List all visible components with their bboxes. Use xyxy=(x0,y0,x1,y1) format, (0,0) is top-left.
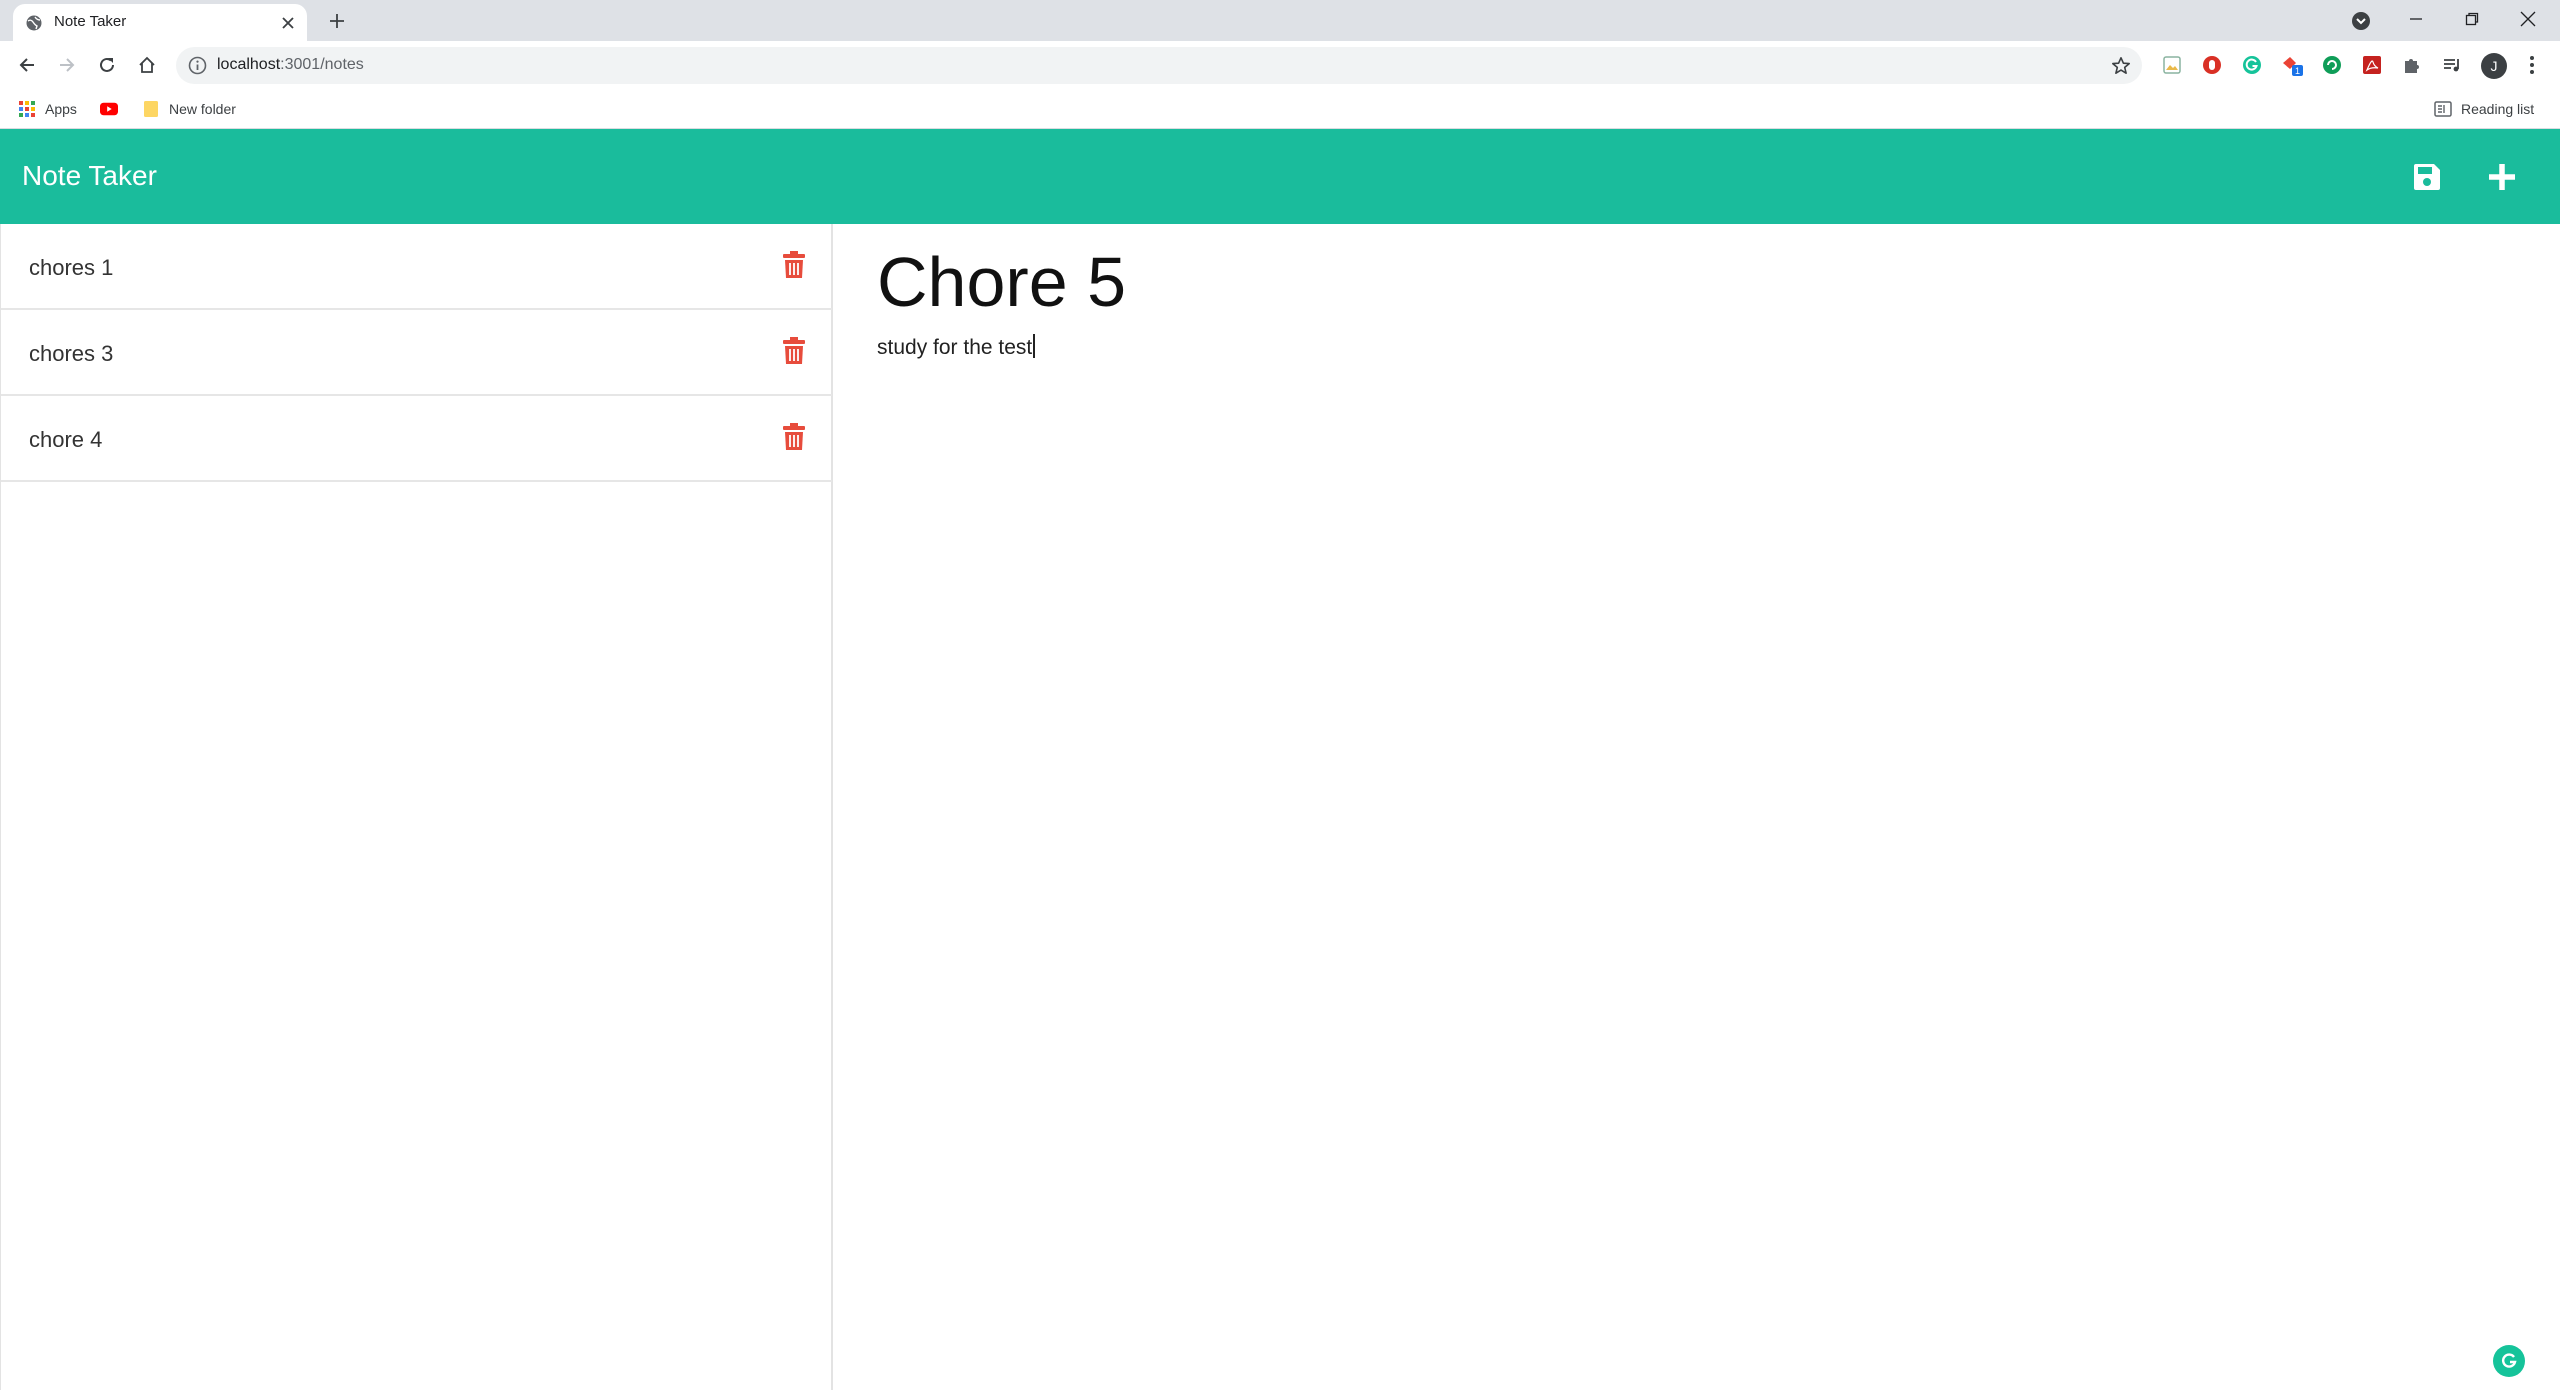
bookmark-new-folder-label: New folder xyxy=(169,101,236,117)
address-bar[interactable]: localhost:3001/notes xyxy=(176,47,2142,84)
note-text: study for the test xyxy=(877,336,1033,359)
extension-green-icon[interactable] xyxy=(2320,53,2344,77)
restore-icon[interactable] xyxy=(2444,0,2500,38)
tab-strip: Note Taker xyxy=(0,0,2560,41)
note-textarea[interactable]: study for the test xyxy=(877,334,1036,360)
trash-icon[interactable] xyxy=(779,334,809,368)
trash-icon[interactable] xyxy=(779,420,809,454)
back-icon[interactable] xyxy=(13,51,41,79)
url-text: localhost:3001/notes xyxy=(217,56,364,74)
puzzle-icon[interactable] xyxy=(2400,53,2424,77)
bookmarks-bar: Apps New folder Reading list xyxy=(0,89,2560,129)
globe-icon xyxy=(25,14,43,32)
text-caret xyxy=(1033,334,1036,358)
grammarly-icon[interactable] xyxy=(2493,1345,2525,1377)
grammarly-icon[interactable] xyxy=(2240,53,2264,77)
extension-red-icon[interactable] xyxy=(2200,53,2224,77)
kebab-menu-icon[interactable] xyxy=(2520,53,2544,77)
note-list-item[interactable]: chores 3 xyxy=(1,310,832,396)
reading-list-button[interactable]: Reading list xyxy=(2434,95,2534,123)
profile-avatar[interactable]: J xyxy=(2481,53,2507,79)
new-note-button[interactable] xyxy=(2481,156,2523,198)
tab-search-icon[interactable] xyxy=(2349,9,2373,33)
forward-icon[interactable] xyxy=(53,51,81,79)
youtube-icon xyxy=(100,100,118,118)
extension-badge-count: 1 xyxy=(2295,66,2300,76)
note-list-item-title[interactable]: chores 3 xyxy=(29,341,113,367)
folder-icon xyxy=(142,100,160,118)
extension-image-icon[interactable] xyxy=(2160,53,2184,77)
browser-tab[interactable]: Note Taker xyxy=(13,4,307,41)
window-close-icon[interactable] xyxy=(2500,0,2556,38)
bookmark-new-folder[interactable]: New folder xyxy=(142,95,236,123)
note-list-item-title[interactable]: chores 1 xyxy=(29,255,113,281)
url-path: :3001/notes xyxy=(280,56,364,73)
app-title[interactable]: Note Taker xyxy=(22,160,157,192)
home-icon[interactable] xyxy=(133,51,161,79)
info-icon[interactable] xyxy=(188,56,207,75)
plus-icon xyxy=(2489,164,2515,190)
note-list-item-title[interactable]: chore 4 xyxy=(29,427,102,453)
note-list-item[interactable]: chores 1 xyxy=(1,224,832,310)
reload-icon[interactable] xyxy=(93,51,121,79)
close-icon[interactable] xyxy=(277,12,299,34)
note-title-input[interactable]: Chore 5 xyxy=(877,242,1126,322)
extension-badge-icon[interactable]: 1 xyxy=(2280,53,2304,77)
url-host: localhost xyxy=(217,56,281,73)
save-note-button[interactable] xyxy=(2406,156,2448,198)
new-tab-button[interactable] xyxy=(324,8,350,34)
bookmark-apps-label: Apps xyxy=(45,101,77,117)
reading-list-label: Reading list xyxy=(2461,101,2535,117)
save-icon xyxy=(2414,164,2440,190)
reading-list-icon xyxy=(2434,100,2452,118)
note-editor: Chore 5 study for the test xyxy=(835,224,2560,1390)
minimize-icon[interactable] xyxy=(2388,0,2444,38)
bookmark-youtube[interactable] xyxy=(100,95,127,123)
app-navbar: Note Taker xyxy=(0,129,2560,224)
note-list: chores 1 chores 3 chore 4 xyxy=(0,224,833,1390)
tab-title: Note Taker xyxy=(54,13,127,30)
apps-grid-icon xyxy=(18,100,36,118)
bookmark-apps[interactable]: Apps xyxy=(18,95,77,123)
bookmark-star-icon[interactable] xyxy=(2108,53,2134,79)
pdf-icon[interactable] xyxy=(2360,53,2384,77)
media-icon[interactable] xyxy=(2440,53,2464,77)
browser-toolbar: localhost:3001/notes 1 J xyxy=(0,41,2560,89)
trash-icon[interactable] xyxy=(779,248,809,282)
note-list-item[interactable]: chore 4 xyxy=(1,396,832,482)
